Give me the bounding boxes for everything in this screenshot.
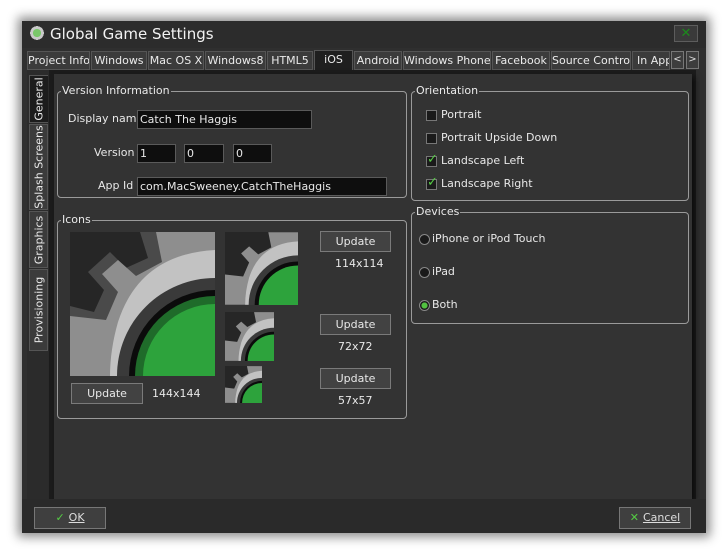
cancel-button[interactable]: ✕ Cancel	[619, 507, 691, 529]
tab-scroll-right-button[interactable]: >	[686, 51, 699, 69]
tab-ios[interactable]: iOS	[314, 50, 353, 71]
side-tab-general[interactable]: General	[29, 75, 48, 123]
app-id-label: App Id	[98, 179, 134, 192]
update-144-button[interactable]: Update	[71, 383, 143, 404]
portrait-upside-down-label: Portrait Upside Down	[441, 131, 558, 144]
gear-logo-icon	[70, 232, 215, 376]
tab-scroll-left-button[interactable]: <	[671, 51, 684, 69]
portrait-upside-down-checkbox[interactable]	[426, 133, 437, 144]
dialog-footer: ✓ OK ✕ Cancel	[22, 499, 706, 533]
version-label: Version	[94, 146, 135, 159]
side-tab-graphics-label: Graphics	[32, 215, 45, 264]
checkmark-icon: ✓	[427, 152, 438, 167]
landscape-left-checkbox[interactable]: ✓	[426, 152, 438, 167]
landscape-right-checkbox[interactable]: ✓	[426, 175, 438, 190]
close-button[interactable]: ✕	[674, 25, 698, 42]
display-name-input[interactable]: Catch The Haggis	[137, 110, 312, 129]
icon-57-size-label: 57x57	[338, 394, 373, 407]
ok-button[interactable]: ✓ OK	[34, 507, 106, 529]
platform-tab-bar: Project Info Windows Mac OS X Windows8 H…	[27, 50, 703, 71]
tab-windows-phone[interactable]: Windows Phone	[403, 51, 491, 70]
tab-project-info[interactable]: Project Info	[27, 51, 90, 70]
cancel-button-label: Cancel	[642, 511, 681, 524]
side-tab-splash-screens-label: Splash Screens	[32, 125, 45, 209]
icons-legend: Icons	[61, 213, 92, 226]
side-tab-general-label: General	[32, 77, 46, 121]
iphone-label: iPhone or iPod Touch	[432, 232, 546, 245]
icon-72-preview	[225, 312, 274, 361]
tab-windows8[interactable]: Windows8	[205, 51, 266, 70]
side-tab-provisioning-label: Provisioning	[32, 276, 45, 344]
icon-114-preview	[225, 232, 298, 305]
side-tab-provisioning[interactable]: Provisioning	[29, 269, 48, 351]
tab-html5[interactable]: HTML5	[267, 51, 313, 70]
orientation-group: Orientation Portrait Portrait Upside Dow…	[411, 85, 689, 201]
gamemaker-logo-icon	[29, 25, 45, 41]
devices-group: Devices iPhone or iPod Touch iPad Both	[411, 206, 689, 324]
both-radio[interactable]	[419, 300, 430, 311]
cross-icon: ✕	[629, 511, 639, 524]
gear-logo-icon	[225, 366, 262, 403]
icon-72-size-label: 72x72	[338, 340, 373, 353]
portrait-label: Portrait	[441, 108, 482, 121]
general-panel: Version Information Display name Catch T…	[54, 74, 692, 499]
update-57-button[interactable]: Update	[320, 368, 391, 389]
app-id-input[interactable]: com.MacSweeney.CatchTheHaggis	[137, 177, 387, 196]
checkmark-icon: ✓	[55, 511, 65, 524]
side-tab-splash-screens[interactable]: Splash Screens	[29, 124, 48, 210]
icons-group: Icons Update 144x144 Update 114x114 Upda…	[57, 214, 407, 419]
update-114-button[interactable]: Update	[320, 231, 391, 252]
both-label: Both	[432, 298, 458, 311]
version-patch-input[interactable]: 0	[233, 144, 272, 163]
side-tab-graphics[interactable]: Graphics	[29, 211, 48, 268]
gear-logo-icon	[225, 232, 298, 305]
tab-in-app[interactable]: In App	[632, 51, 670, 70]
landscape-right-label: Landscape Right	[441, 177, 533, 190]
ipad-label: iPad	[432, 265, 455, 278]
tab-mac-os-x[interactable]: Mac OS X	[148, 51, 204, 70]
iphone-radio[interactable]	[419, 234, 430, 245]
tab-facebook[interactable]: Facebook	[492, 51, 550, 70]
ipad-radio[interactable]	[419, 267, 430, 278]
version-information-legend: Version Information	[61, 84, 171, 97]
portrait-checkbox[interactable]	[426, 110, 437, 121]
orientation-legend: Orientation	[415, 84, 480, 97]
gear-logo-icon	[225, 312, 274, 361]
side-tab-bar: General Splash Screens Graphics Provisio…	[27, 70, 49, 500]
landscape-left-label: Landscape Left	[441, 154, 525, 167]
tab-content: General Splash Screens Graphics Provisio…	[27, 70, 696, 500]
devices-legend: Devices	[415, 205, 461, 218]
tab-windows[interactable]: Windows	[91, 51, 147, 70]
icon-57-preview	[225, 366, 262, 403]
update-72-button[interactable]: Update	[320, 314, 391, 335]
display-name-label: Display name	[68, 112, 144, 125]
tab-android[interactable]: Android	[354, 51, 402, 70]
ok-button-label: OK	[68, 511, 85, 524]
window-title: Global Game Settings	[50, 25, 214, 43]
version-information-group: Version Information Display name Catch T…	[57, 85, 407, 198]
version-minor-input[interactable]: 0	[184, 144, 224, 163]
tab-source-control[interactable]: Source Control	[551, 51, 631, 70]
title-bar[interactable]: Global Game Settings ✕	[22, 21, 706, 48]
version-major-input[interactable]: 1	[137, 144, 176, 163]
global-game-settings-window: Global Game Settings ✕ Project Info Wind…	[22, 21, 706, 533]
icon-114-size-label: 114x114	[335, 257, 384, 270]
icon-144-size-label: 144x144	[152, 387, 201, 400]
icon-144-preview	[70, 232, 215, 376]
checkmark-icon: ✓	[427, 175, 438, 190]
